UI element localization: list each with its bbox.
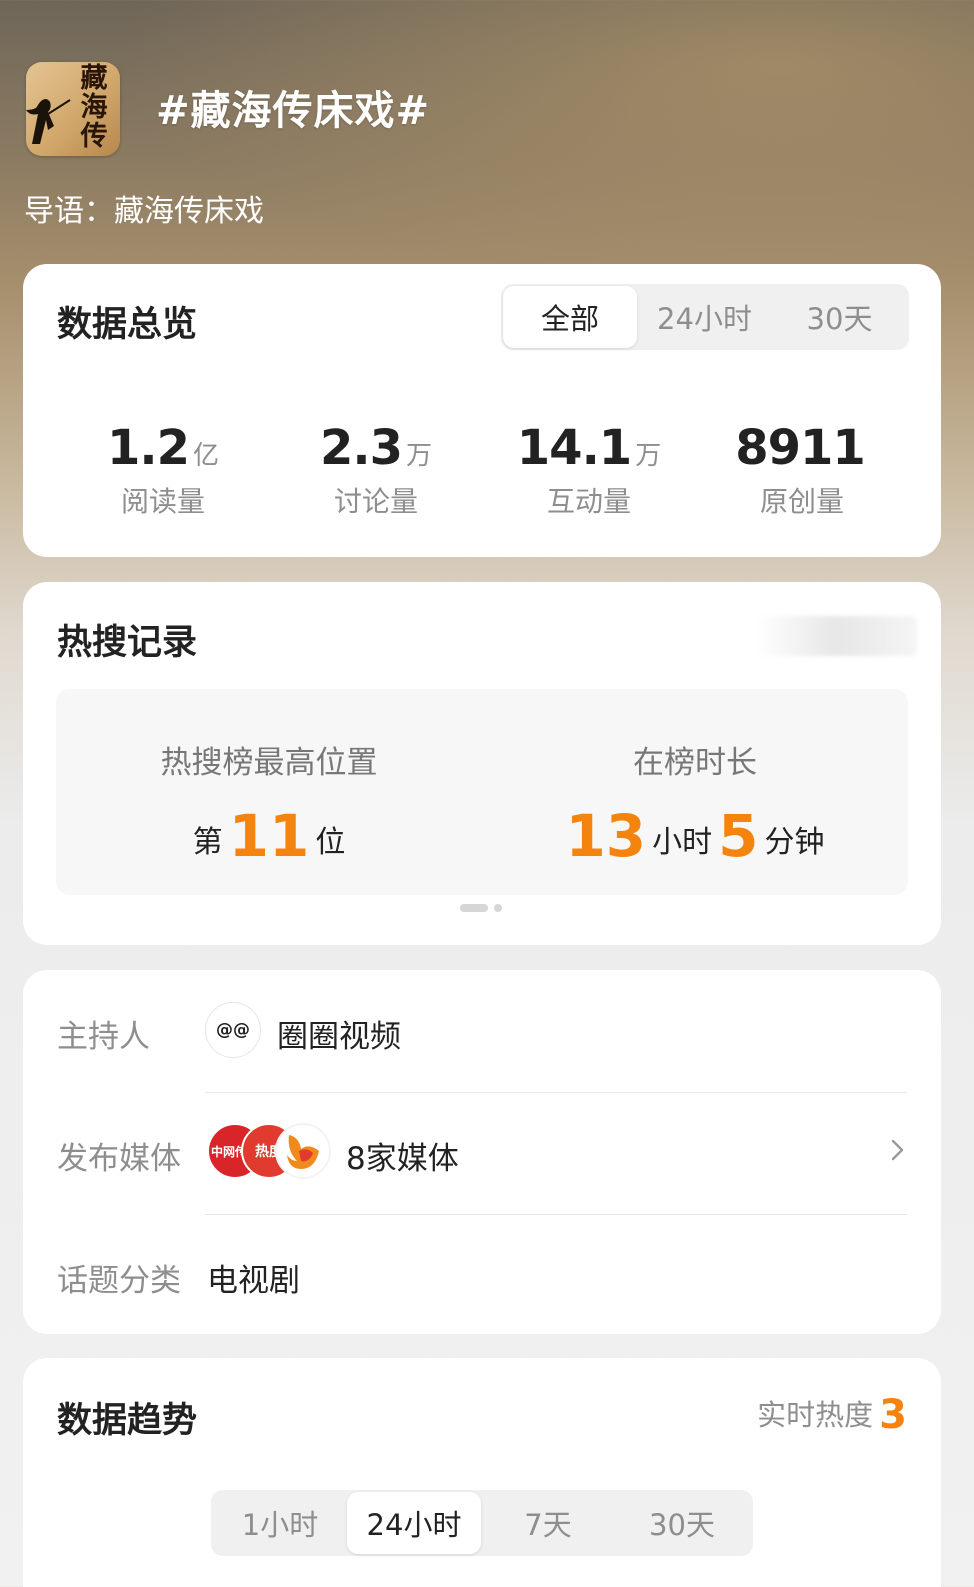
tab-all[interactable]: 全部	[503, 286, 637, 348]
trend-range-tabs: 1小时 24小时 7天 30天	[211, 1490, 753, 1556]
hot-search-panel[interactable]: 热搜榜最高位置 第 11 位 在榜时长 13 小时 5 分钟	[56, 689, 908, 895]
topic-logo: 藏海传	[26, 62, 120, 156]
live-heat-label: 实时热度	[757, 1398, 874, 1432]
peak-suffix: 位	[315, 825, 346, 860]
live-heat: 实时热度 3	[757, 1392, 907, 1438]
tab-24h[interactable]: 24小时	[347, 1492, 481, 1554]
peak-position: 热搜榜最高位置 第 11 位	[56, 737, 482, 870]
stat-original: 8911 原创量	[692, 420, 912, 520]
overview-title: 数据总览	[57, 305, 198, 345]
minutes-unit: 分钟	[764, 825, 825, 860]
overview-range-tabs: 全部 24小时 30天	[501, 284, 909, 350]
divider	[205, 1214, 907, 1215]
stat-unit: 万	[635, 441, 662, 471]
hot-search-title: 热搜记录	[57, 623, 198, 663]
host-label: 主持人	[57, 1019, 150, 1055]
stat-value: 14.1	[516, 420, 632, 476]
stat-value: 2.3	[319, 420, 403, 476]
trend-card: 数据趋势 实时热度 3 1小时 24小时 7天 30天	[23, 1358, 941, 1587]
media-label: 发布媒体	[57, 1141, 181, 1177]
trend-title: 数据趋势	[57, 1401, 198, 1441]
divider	[205, 1092, 907, 1093]
warrior-figure-icon	[26, 99, 71, 144]
hot-search-card: 热搜记录 热搜榜最高位置 第 11 位 在榜时长 13 小时 5 分钟	[23, 582, 941, 945]
stat-value: 1.2	[106, 420, 190, 476]
topic-title: #藏海传床戏#	[156, 88, 431, 134]
stat-unit: 亿	[193, 441, 220, 471]
category-label: 话题分类	[57, 1263, 181, 1299]
peak-prefix: 第	[192, 825, 223, 860]
category-value: 电视剧	[207, 1263, 300, 1299]
stat-discussions: 2.3 万 讨论量	[266, 420, 486, 520]
blurred-tag	[757, 616, 917, 656]
stat-label: 讨论量	[333, 485, 418, 518]
stat-label: 阅读量	[120, 485, 205, 518]
stat-label: 原创量	[759, 485, 844, 518]
flame-logo-icon	[287, 1135, 319, 1169]
duration-hours: 13	[565, 802, 647, 870]
peak-position-value: 第 11 位	[56, 802, 482, 870]
stat-unit: 万	[406, 441, 433, 471]
on-list-duration: 在榜时长 13 小时 5 分钟	[482, 737, 908, 870]
peak-number: 11	[228, 802, 310, 870]
lead-text: 藏海传床戏	[114, 194, 264, 229]
carousel-indicator	[460, 904, 502, 912]
host-row[interactable]: 主持人 @@ 圈圈视频	[23, 970, 941, 1090]
live-heat-value: 3	[879, 1392, 907, 1438]
host-name[interactable]: 圈圈视频	[277, 1011, 401, 1056]
stat-label: 互动量	[546, 485, 631, 518]
duration-label: 在榜时长	[633, 745, 757, 781]
media-count[interactable]: 8家媒体	[346, 1133, 459, 1178]
indicator-dot	[494, 904, 502, 912]
chevron-right-icon[interactable]	[885, 1137, 911, 1163]
duration-value: 13 小时 5 分钟	[482, 802, 908, 870]
tab-1h[interactable]: 1小时	[213, 1492, 347, 1554]
stat-interactions: 14.1 万 互动量	[479, 420, 699, 520]
peak-position-label: 热搜榜最高位置	[160, 745, 378, 781]
stat-reads: 1.2 亿 阅读量	[53, 420, 273, 520]
tab-30d[interactable]: 30天	[772, 286, 907, 348]
hours-unit: 小时	[652, 825, 713, 860]
media-logos: 中网传播 热度	[207, 1123, 337, 1179]
stat-value: 8911	[735, 420, 866, 476]
host-avatar[interactable]: @@	[205, 1002, 261, 1058]
lead-line: 导语：藏海传床戏	[24, 186, 264, 230]
duration-minutes: 5	[718, 802, 759, 870]
tab-30d[interactable]: 30天	[615, 1492, 749, 1554]
indicator-dot-active	[460, 904, 488, 912]
tab-7d[interactable]: 7天	[481, 1492, 615, 1554]
overview-card: 数据总览 全部 24小时 30天 1.2 亿 阅读量 2.3 万 讨论量 14.1 万…	[23, 264, 941, 557]
media-logo-icon	[275, 1123, 331, 1179]
lead-label: 导语：	[24, 194, 114, 229]
topic-info-card: 主持人 @@ 圈圈视频 发布媒体 中网传播 热度 8家媒体 话题分类 电视剧	[23, 970, 941, 1334]
logo-calligraphy: 藏海传	[80, 63, 108, 152]
tab-24h[interactable]: 24小时	[637, 286, 772, 348]
